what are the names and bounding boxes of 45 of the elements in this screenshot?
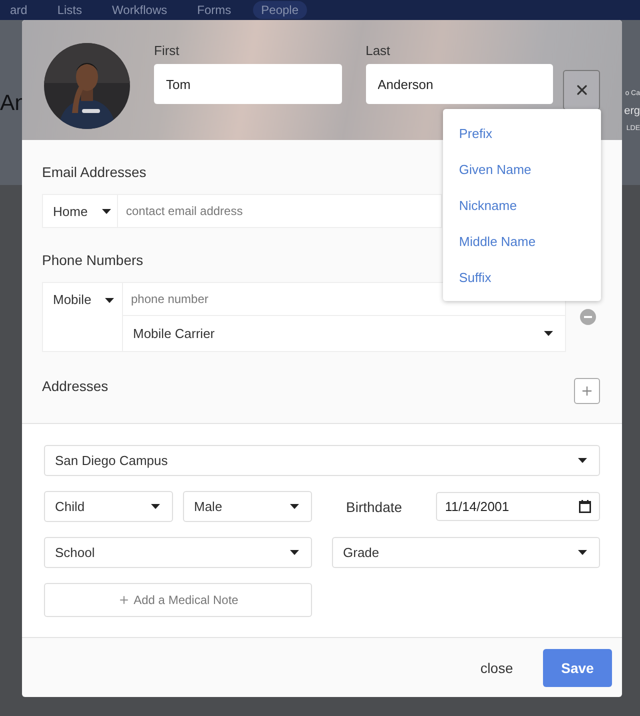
close-link[interactable]: close	[480, 660, 513, 676]
remove-icon[interactable]	[580, 309, 596, 325]
field-label: Birthdate	[346, 498, 402, 514]
caret-icon	[290, 504, 299, 509]
caret-icon	[578, 550, 587, 555]
gender-select[interactable]: Male	[183, 491, 312, 522]
field-label: Last	[366, 43, 392, 58]
birthdate-field[interactable]: 11/14/2001	[436, 492, 600, 521]
email-type-select[interactable]: Home	[42, 194, 118, 228]
email-field[interactable]: contact email address	[118, 194, 442, 228]
caret-icon	[102, 208, 111, 214]
page-text: erg	[624, 105, 640, 117]
nav-item[interactable]: Lists	[49, 1, 90, 19]
carrier-select[interactable]: Mobile Carrier	[123, 316, 566, 352]
add-address-button[interactable]	[574, 378, 600, 404]
role-select[interactable]: Child	[44, 491, 173, 522]
caret-icon	[105, 298, 114, 303]
school-select[interactable]: School	[44, 537, 312, 568]
caret-icon	[151, 504, 160, 509]
caret-icon	[290, 550, 299, 555]
nav-item[interactable]: ard	[2, 1, 36, 19]
first-name-field[interactable]: Tom	[154, 64, 342, 104]
section-title: Phone Numbers	[42, 252, 144, 268]
field-label: First	[154, 43, 180, 58]
add-medical-note-button[interactable]: Add a Medical Note	[44, 583, 312, 617]
menu-item[interactable]: Given Name	[443, 151, 601, 187]
nav-item[interactable]: Forms	[189, 1, 240, 19]
menu-item[interactable]: Middle Name	[443, 223, 601, 259]
close-button[interactable]	[563, 70, 600, 110]
campus-select[interactable]: San Diego Campus	[44, 445, 600, 476]
nav-item[interactable]: People	[253, 1, 307, 19]
caret-icon	[544, 331, 553, 336]
grade-select[interactable]: Grade	[332, 537, 600, 568]
save-button[interactable]: Save	[543, 648, 612, 686]
calendar-icon	[579, 500, 591, 513]
phone-type-select[interactable]: Mobile	[42, 282, 123, 352]
nav-item[interactable]: Workflows	[104, 1, 176, 19]
plus-icon	[580, 384, 594, 398]
menu-item[interactable]: Prefix	[443, 115, 601, 151]
section-title: Addresses	[42, 378, 108, 394]
menu-item[interactable]: Nickname	[443, 187, 601, 223]
last-name-field[interactable]: Anderson	[366, 64, 554, 104]
section-title: Email Addresses	[42, 164, 146, 180]
caret-icon	[578, 458, 587, 463]
plus-icon	[118, 594, 130, 606]
